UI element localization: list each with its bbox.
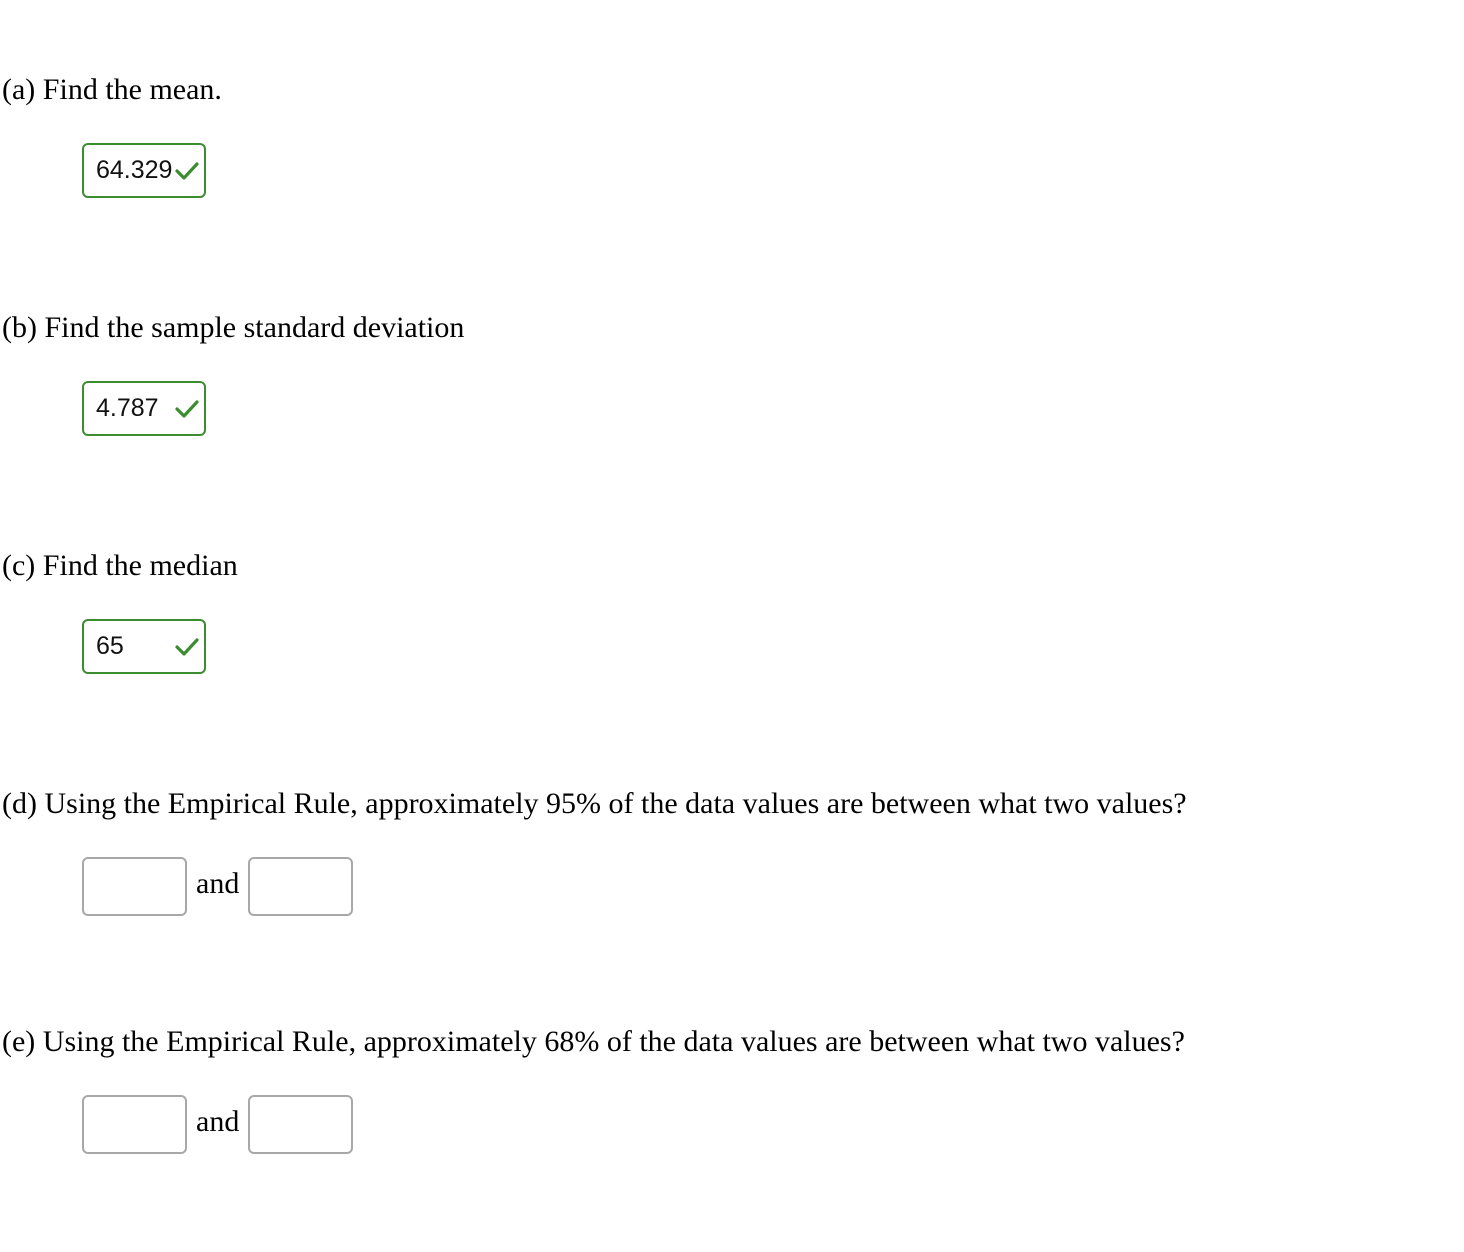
std-dev-answer-box[interactable] — [82, 381, 206, 436]
range-95-lower-input[interactable] — [82, 856, 187, 916]
and-label: and — [196, 867, 240, 900]
question-b-prompt: (b) Find the sample standard deviation — [2, 311, 465, 344]
median-input[interactable] — [84, 632, 178, 661]
question-e-inputs: and — [82, 1094, 354, 1154]
checkmark-icon — [175, 638, 199, 656]
mean-input[interactable] — [84, 156, 178, 185]
range-68-upper-input[interactable] — [248, 1094, 354, 1154]
checkmark-icon — [175, 162, 199, 180]
and-label: and — [196, 1105, 240, 1138]
question-d-prompt: (d) Using the Empirical Rule, approximat… — [2, 787, 1187, 820]
question-e-prompt: (e) Using the Empirical Rule, approximat… — [2, 1025, 1185, 1058]
std-dev-input[interactable] — [84, 394, 178, 423]
median-answer-box[interactable] — [82, 619, 206, 674]
mean-answer-box[interactable] — [82, 143, 206, 198]
question-a-prompt: (a) Find the mean. — [2, 73, 222, 106]
question-d-inputs: and — [82, 856, 354, 916]
range-68-lower-input[interactable] — [82, 1094, 187, 1154]
checkmark-icon — [175, 400, 199, 418]
question-c-prompt: (c) Find the median — [2, 549, 238, 582]
range-95-upper-input[interactable] — [248, 856, 354, 916]
